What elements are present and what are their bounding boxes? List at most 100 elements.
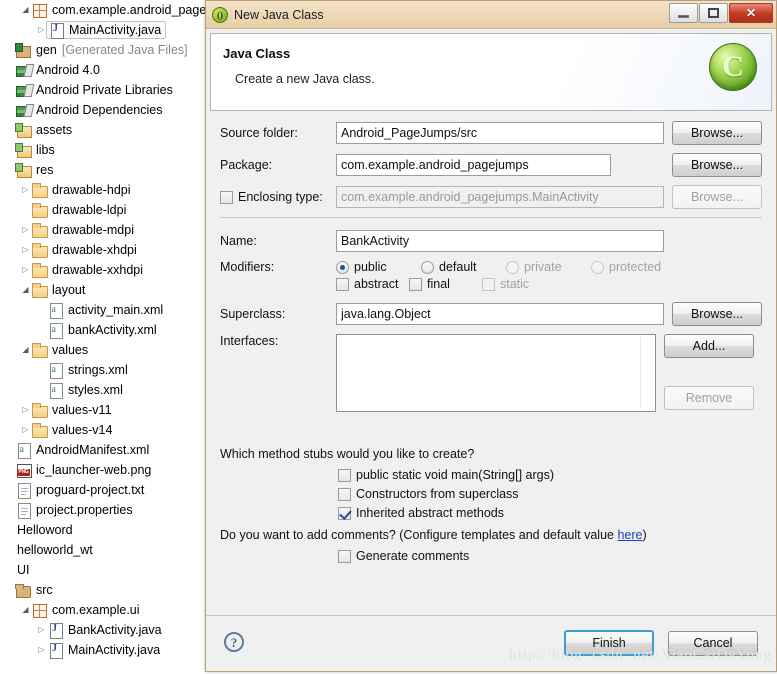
package-input[interactable]: [336, 154, 611, 176]
tree-item-content[interactable]: values: [31, 342, 88, 358]
tree-item-content[interactable]: Android 4.0: [15, 62, 100, 78]
tree-item[interactable]: activity_main.xml: [0, 300, 210, 320]
dialog-titlebar[interactable]: () New Java Class ✕: [206, 1, 776, 29]
stub-option-inherited[interactable]: Inherited abstract methods: [338, 506, 762, 520]
chevron-down-icon[interactable]: ◢: [20, 346, 31, 354]
tree-item[interactable]: project.properties: [0, 500, 210, 520]
tree-item-content[interactable]: drawable-ldpi: [31, 202, 126, 218]
chevron-right-icon[interactable]: ▷: [20, 266, 31, 274]
tree-item-content[interactable]: res: [15, 162, 53, 178]
tree-item[interactable]: Android Dependencies: [0, 100, 210, 120]
tree-item[interactable]: drawable-ldpi: [0, 200, 210, 220]
generate-comments-option[interactable]: Generate comments: [338, 549, 762, 563]
chevron-right-icon[interactable]: ▷: [20, 406, 31, 414]
checkbox-constructors-icon[interactable]: [338, 487, 351, 501]
interfaces-list[interactable]: [336, 334, 656, 412]
tree-item[interactable]: gen [Generated Java Files]: [0, 40, 210, 60]
chevron-right-icon[interactable]: ▷: [20, 426, 31, 434]
tree-item[interactable]: libs: [0, 140, 210, 160]
tree-item[interactable]: assets: [0, 120, 210, 140]
tree-item-content[interactable]: AndroidManifest.xml: [15, 442, 149, 459]
name-input[interactable]: [336, 230, 664, 252]
tree-item-content[interactable]: styles.xml: [47, 382, 123, 399]
help-icon[interactable]: ?: [224, 632, 244, 652]
tree-item-content[interactable]: strings.xml: [47, 362, 128, 379]
tree-item-content[interactable]: libs: [15, 142, 55, 158]
enclosing-type-checkbox[interactable]: [220, 190, 233, 204]
tree-item-content[interactable]: helloworld_wt: [15, 543, 93, 557]
chevron-right-icon[interactable]: ▷: [36, 646, 47, 654]
modifier-check-abstract[interactable]: abstract: [336, 277, 409, 291]
tree-item[interactable]: proguard-project.txt: [0, 480, 210, 500]
chevron-down-icon[interactable]: ◢: [20, 6, 31, 14]
tree-item[interactable]: AndroidManifest.xml: [0, 440, 210, 460]
tree-item-content[interactable]: layout: [31, 282, 85, 298]
enclosing-type-label-group[interactable]: Enclosing type:: [220, 190, 336, 204]
interfaces-add-button[interactable]: Add...: [664, 334, 754, 358]
tree-item[interactable]: styles.xml: [0, 380, 210, 400]
tree-item-content[interactable]: assets: [15, 122, 72, 138]
tree-item[interactable]: ▷MainActivity.java: [0, 640, 210, 660]
tree-item[interactable]: ▷ drawable-xhdpi: [0, 240, 210, 260]
tree-item-content[interactable]: drawable-xxhdpi: [31, 262, 143, 278]
tree-item-content[interactable]: gen [Generated Java Files]: [15, 42, 188, 58]
chevron-right-icon[interactable]: ▷: [20, 226, 31, 234]
tree-item-selected[interactable]: MainActivity.java: [46, 21, 167, 39]
stub-option-constructors[interactable]: Constructors from superclass: [338, 487, 762, 501]
checkbox-main-method-icon[interactable]: [338, 468, 351, 482]
tree-item[interactable]: ▷ drawable-hdpi: [0, 180, 210, 200]
checkbox-abstract-icon[interactable]: [336, 277, 349, 291]
close-button[interactable]: ✕: [729, 3, 773, 23]
tree-item[interactable]: UI: [0, 560, 210, 580]
modifier-check-final[interactable]: final: [409, 277, 482, 291]
tree-item[interactable]: Helloword: [0, 520, 210, 540]
tree-item[interactable]: ◢ com.example.android_pagej: [0, 0, 210, 20]
radio-public-icon[interactable]: [336, 260, 349, 274]
checkbox-generate-comments-icon[interactable]: [338, 549, 351, 563]
stub-option-main-method[interactable]: public static void main(String[] args): [338, 468, 762, 482]
tree-item-content[interactable]: activity_main.xml: [47, 302, 163, 319]
chevron-down-icon[interactable]: ◢: [20, 606, 31, 614]
tree-item-content[interactable]: com.example.android_pagej: [31, 2, 209, 18]
tree-item[interactable]: ◢ com.example.ui: [0, 600, 210, 620]
tree-item-content[interactable]: MainActivity.java: [47, 642, 160, 659]
tree-item-content[interactable]: project.properties: [15, 502, 133, 519]
tree-item-content[interactable]: src: [15, 582, 53, 598]
source-folder-input[interactable]: [336, 122, 664, 144]
package-explorer-tree[interactable]: ◢ com.example.android_pagej ▷ MainActivity.…: [0, 0, 210, 674]
tree-item-content[interactable]: drawable-xhdpi: [31, 242, 137, 258]
checkbox-inherited-icon[interactable]: [338, 506, 351, 520]
tree-item-content[interactable]: values-v14: [31, 422, 112, 438]
tree-item-content[interactable]: Helloword: [15, 523, 73, 537]
chevron-down-icon[interactable]: ◢: [20, 286, 31, 294]
tree-item-content[interactable]: com.example.ui: [31, 602, 140, 618]
tree-item[interactable]: ◢ values: [0, 340, 210, 360]
checkbox-final-icon[interactable]: [409, 277, 422, 291]
tree-item-content[interactable]: Android Private Libraries: [15, 82, 173, 98]
tree-item[interactable]: ▷MainActivity.java: [0, 20, 210, 40]
tree-item[interactable]: Android Private Libraries: [0, 80, 210, 100]
source-folder-browse-button[interactable]: Browse...: [672, 121, 762, 145]
tree-item-content[interactable]: drawable-hdpi: [31, 182, 131, 198]
tree-item[interactable]: Android 4.0: [0, 60, 210, 80]
tree-item[interactable]: src: [0, 580, 210, 600]
tree-item[interactable]: ▷ BankActivity.java: [0, 620, 210, 640]
tree-item[interactable]: res: [0, 160, 210, 180]
modifier-radio-public[interactable]: public: [336, 260, 421, 274]
radio-default-icon[interactable]: [421, 260, 434, 274]
tree-item[interactable]: helloworld_wt: [0, 540, 210, 560]
tree-item[interactable]: ▷ drawable-xxhdpi: [0, 260, 210, 280]
tree-item-content[interactable]: bankActivity.xml: [47, 322, 157, 339]
chevron-right-icon[interactable]: ▷: [20, 186, 31, 194]
tree-item-content[interactable]: BankActivity.java: [47, 622, 162, 639]
tree-item[interactable]: ▷ values-v11: [0, 400, 210, 420]
chevron-right-icon[interactable]: ▷: [20, 246, 31, 254]
tree-item[interactable]: bankActivity.xml: [0, 320, 210, 340]
tree-item-content[interactable]: ic_launcher-web.png: [15, 462, 151, 478]
tree-item[interactable]: ▷ drawable-mdpi: [0, 220, 210, 240]
superclass-browse-button[interactable]: Browse...: [672, 302, 762, 326]
tree-item[interactable]: ▷ values-v14: [0, 420, 210, 440]
chevron-right-icon[interactable]: ▷: [36, 626, 47, 634]
tree-item-content[interactable]: Android Dependencies: [15, 102, 162, 118]
tree-item-content[interactable]: proguard-project.txt: [15, 482, 144, 499]
